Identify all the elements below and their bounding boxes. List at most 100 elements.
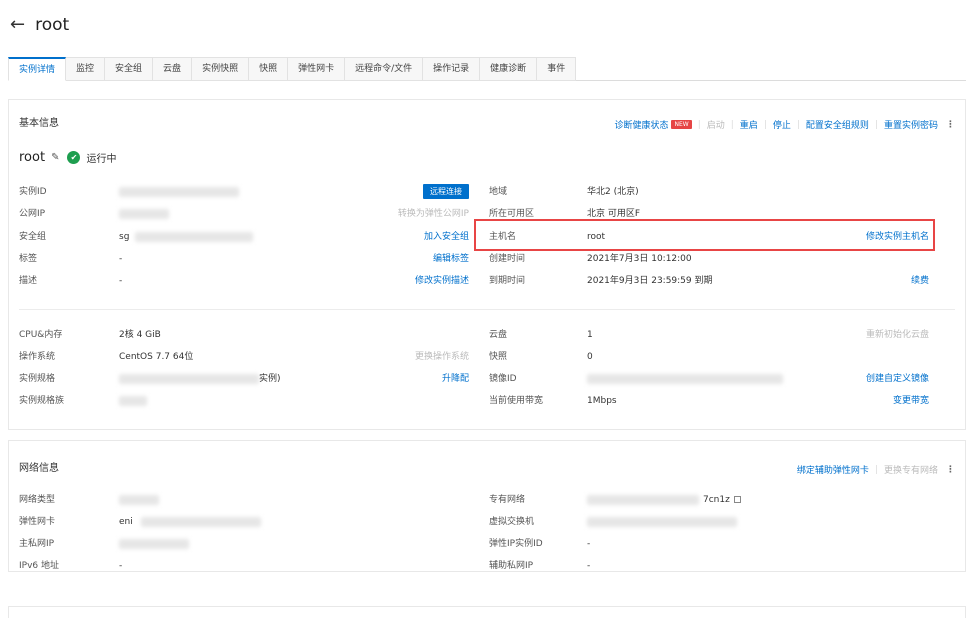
tags-value: - (119, 254, 123, 264)
renew-link[interactable]: 续费 (911, 274, 929, 288)
snapshot-value: 0 (587, 352, 593, 362)
convert-eip-link[interactable]: 转换为弹性公网IP (398, 207, 469, 221)
vpc-value[interactable]: 7cn1z (703, 493, 741, 507)
create-image-link[interactable]: 创建自定义镜像 (866, 372, 929, 386)
description-row: 描述 - 修改实例描述 (19, 274, 469, 288)
primary-private-ip-redacted (119, 539, 189, 549)
primary-private-ip-row: 主私网IP (19, 537, 469, 551)
tab-security-groups[interactable]: 安全组 (105, 57, 154, 81)
basic-info-actions: 诊断健康状态 NEW | 启动 | 重启 | 停止 | 配置安全组规则 | 重置… (614, 118, 955, 132)
stop-button[interactable]: 停止 (773, 118, 791, 131)
bind-secondary-eni-link[interactable]: 绑定辅助弹性网卡 (797, 463, 869, 476)
ipv6-row: IPv6 地址 - (19, 559, 469, 573)
edit-hostname-link[interactable]: 修改实例主机名 (866, 230, 929, 244)
vpc-id-redacted (587, 495, 699, 505)
basic-info-heading: 基本信息 (19, 118, 59, 129)
security-group-row: 安全组 sg 加入安全组 (19, 230, 469, 244)
instance-family-redacted (119, 396, 147, 406)
disk-label: 云盘 (489, 330, 508, 340)
edit-tags-link[interactable]: 编辑标签 (433, 252, 469, 266)
upgrade-downgrade-link[interactable]: 升降配 (442, 372, 469, 386)
public-ip-value-redacted (119, 209, 169, 219)
instance-type-label: 实例规格 (19, 374, 56, 384)
tab-events[interactable]: 事件 (537, 57, 577, 81)
tab-eni[interactable]: 弹性网卡 (288, 57, 346, 81)
restart-button[interactable]: 重启 (740, 118, 758, 131)
bandwidth-value: 1Mbps (587, 396, 617, 406)
basic-info-panel: 基本信息 诊断健康状态 NEW | 启动 | 重启 | 停止 | 配置安全组规则… (8, 99, 966, 430)
reset-password-link[interactable]: 重置实例密码 (884, 118, 938, 131)
reinit-disk-link[interactable]: 重新初始化云盘 (866, 328, 929, 342)
edit-description-link[interactable]: 修改实例描述 (415, 274, 469, 288)
disk-row: 云盘 1 重新初始化云盘 (489, 328, 929, 342)
description-value: - (119, 276, 123, 286)
change-bandwidth-link[interactable]: 变更带宽 (893, 394, 929, 408)
instance-type-row: 实例规格 实例) 升降配 (19, 372, 469, 386)
hostname-label: 主机名 (489, 232, 517, 242)
eip-id-row: 弹性IP实例ID - (489, 537, 929, 551)
expire-time-label: 到期时间 (489, 276, 526, 286)
tab-operation-logs[interactable]: 操作记录 (423, 57, 481, 81)
divider: | (697, 119, 701, 130)
tab-snapshots[interactable]: 快照 (249, 57, 289, 81)
tags-row: 标签 - 编辑标签 (19, 252, 469, 266)
tab-disks[interactable]: 云盘 (153, 57, 193, 81)
divider: | (763, 119, 767, 130)
hostname-value: root (587, 232, 606, 242)
tab-remote-commands[interactable]: 远程命令/文件 (345, 57, 424, 81)
start-button[interactable]: 启动 (707, 118, 725, 131)
snapshot-label: 快照 (489, 352, 508, 362)
network-info-heading: 网络信息 (19, 463, 59, 474)
created-time-label: 创建时间 (489, 254, 526, 264)
description-label: 描述 (19, 276, 38, 286)
section-divider (19, 309, 955, 310)
tab-instance-details[interactable]: 实例详情 (8, 57, 67, 81)
vswitch-label: 虚拟交换机 (489, 517, 535, 527)
expire-time-row: 到期时间 2021年9月3日 23:59:59 到期 续费 (489, 274, 929, 288)
disk-value: 1 (587, 330, 593, 340)
eni-row: 弹性网卡 eni (19, 515, 469, 529)
divider: | (796, 119, 800, 130)
remote-connect-button[interactable]: 远程连接 (423, 184, 469, 199)
edit-pencil-icon[interactable]: ✎ (51, 152, 59, 163)
divider: | (874, 464, 878, 475)
tab-instance-snapshots[interactable]: 实例快照 (192, 57, 250, 81)
zone-label: 所在可用区 (489, 209, 535, 219)
security-group-label: 安全组 (19, 232, 47, 242)
page-title: root (35, 15, 70, 35)
bandwidth-row: 当前使用带宽 1Mbps 变更带宽 (489, 394, 929, 408)
vpc-id-suffix: 7cn1z (703, 495, 730, 505)
eip-id-label: 弹性IP实例ID (489, 539, 543, 549)
eni-value: eni (119, 517, 133, 527)
instance-detail-page: ← root 实例详情 监控 安全组 云盘 实例快照 快照 弹性网卡 远程命令/… (0, 0, 975, 618)
arrow-left-icon[interactable]: ← (10, 16, 25, 34)
bandwidth-label: 当前使用带宽 (489, 396, 544, 406)
zone-value: 北京 可用区F (587, 209, 641, 219)
configure-sg-rules-link[interactable]: 配置安全组规则 (806, 118, 869, 131)
tab-health-diagnosis[interactable]: 健康诊断 (480, 57, 538, 81)
network-type-redacted (119, 495, 159, 505)
tab-monitoring[interactable]: 监控 (66, 57, 106, 81)
next-panel-edge (8, 606, 966, 618)
diagnose-health-link[interactable]: 诊断健康状态 (614, 118, 668, 131)
secondary-private-ip-label: 辅助私网IP (489, 561, 534, 571)
primary-private-ip-label: 主私网IP (19, 539, 55, 549)
instance-id-row: 实例ID 远程连接 (19, 184, 469, 199)
more-icon[interactable]: ⋮ (946, 465, 955, 475)
vpc-label: 专有网络 (489, 495, 526, 505)
ipv6-label: IPv6 地址 (19, 561, 59, 571)
network-actions: 绑定辅助弹性网卡 | 更换专有网络 ⋮ (797, 463, 955, 477)
hostname-row: 主机名 root 修改实例主机名 (489, 230, 929, 244)
divider: | (730, 119, 734, 130)
change-vpc-link[interactable]: 更换专有网络 (884, 463, 938, 476)
change-os-link[interactable]: 更换操作系统 (415, 350, 469, 364)
zone-row: 所在可用区 北京 可用区F (489, 207, 929, 221)
more-icon[interactable]: ⋮ (946, 120, 955, 130)
instance-family-label: 实例规格族 (19, 396, 65, 406)
created-time-value: 2021年7月3日 10:12:00 (587, 254, 692, 264)
join-security-group-link[interactable]: 加入安全组 (424, 230, 469, 244)
secondary-private-ip-row: 辅助私网IP - (489, 559, 929, 573)
external-link-icon[interactable] (733, 496, 741, 503)
security-group-value: sg (119, 232, 130, 242)
eni-label: 弹性网卡 (19, 517, 56, 527)
